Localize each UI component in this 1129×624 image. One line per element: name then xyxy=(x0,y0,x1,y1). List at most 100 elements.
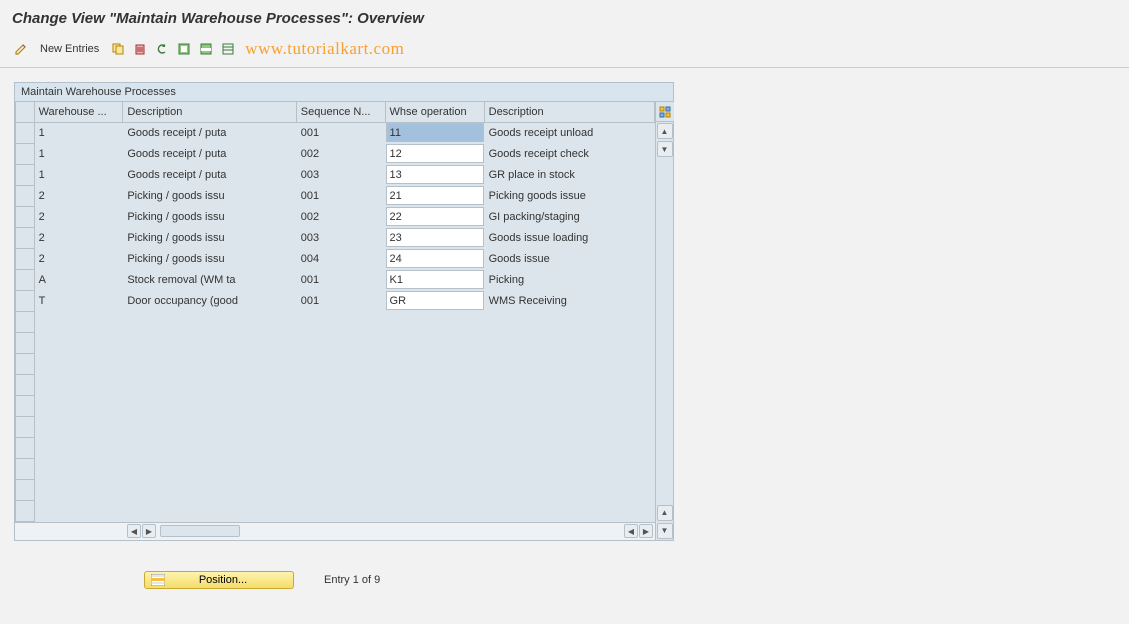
row-select-cell[interactable] xyxy=(16,143,35,164)
h-scroll-left-btn[interactable]: ◀ xyxy=(127,524,141,538)
row-select-cell[interactable] xyxy=(16,164,35,185)
operation-input[interactable] xyxy=(386,207,484,226)
copy-icon[interactable] xyxy=(109,40,127,58)
h-scroll-track[interactable] xyxy=(160,525,620,537)
sequence-cell: 003 xyxy=(297,165,385,185)
row-select-cell[interactable] xyxy=(16,500,35,521)
deselect-all-icon[interactable] xyxy=(219,40,237,58)
row-select-cell[interactable] xyxy=(16,227,35,248)
panel-title: Maintain Warehouse Processes xyxy=(15,83,673,102)
table-row-empty xyxy=(16,374,655,395)
description-cell: Picking / goods issu xyxy=(123,228,295,248)
description2-cell: Picking goods issue xyxy=(485,186,654,206)
sequence-cell: 001 xyxy=(297,270,385,290)
warehouse-cell: 2 xyxy=(35,228,123,248)
sequence-cell: 004 xyxy=(297,249,385,269)
table-row-empty xyxy=(16,311,655,332)
position-icon xyxy=(151,574,165,586)
sequence-cell: 001 xyxy=(297,291,385,311)
h-scroll-right-btn[interactable]: ▶ xyxy=(142,524,156,538)
table-row: 1 Goods receipt / puta 003 GR place in s… xyxy=(16,164,655,185)
operation-input[interactable] xyxy=(386,144,484,163)
sequence-cell: 001 xyxy=(297,123,385,143)
table-panel: Maintain Warehouse Processes xyxy=(14,82,674,541)
description2-cell: Goods receipt unload xyxy=(485,123,654,143)
row-select-cell[interactable] xyxy=(16,479,35,500)
table-row-empty xyxy=(16,395,655,416)
table-row-empty xyxy=(16,416,655,437)
row-select-cell[interactable] xyxy=(16,206,35,227)
v-scroll-up-btn[interactable]: ▲ xyxy=(657,123,673,139)
col-description[interactable]: Description xyxy=(123,102,296,122)
toolbar: New Entries www.tutorialkart.com xyxy=(0,35,1129,68)
sequence-cell: 001 xyxy=(297,186,385,206)
delete-icon[interactable] xyxy=(131,40,149,58)
row-select-cell[interactable] xyxy=(16,311,35,332)
undo-icon[interactable] xyxy=(153,40,171,58)
description-cell: Goods receipt / puta xyxy=(123,123,295,143)
description2-cell: WMS Receiving xyxy=(485,291,654,311)
warehouse-cell: A xyxy=(35,270,123,290)
v-scroll-down-btn[interactable]: ▼ xyxy=(657,141,673,157)
v-scroll-down-btn-2[interactable]: ▼ xyxy=(657,523,673,539)
row-select-header[interactable] xyxy=(16,102,35,122)
description2-cell: Goods receipt check xyxy=(485,144,654,164)
warehouse-cell: T xyxy=(35,291,123,311)
toggle-edit-icon[interactable] xyxy=(12,40,30,58)
warehouse-cell: 2 xyxy=(35,186,123,206)
row-select-cell[interactable] xyxy=(16,332,35,353)
row-select-cell[interactable] xyxy=(16,122,35,143)
table-row-empty xyxy=(16,458,655,479)
row-select-cell[interactable] xyxy=(16,416,35,437)
table-row: 2 Picking / goods issu 004 Goods issue xyxy=(16,248,655,269)
description2-cell: Goods issue loading xyxy=(485,228,654,248)
operation-input[interactable] xyxy=(386,228,484,247)
description-cell: Goods receipt / puta xyxy=(123,144,295,164)
row-select-cell[interactable] xyxy=(16,185,35,206)
description-cell: Door occupancy (good xyxy=(123,291,295,311)
operation-input[interactable] xyxy=(386,270,484,289)
sequence-cell: 002 xyxy=(297,144,385,164)
row-select-cell[interactable] xyxy=(16,353,35,374)
col-warehouse[interactable]: Warehouse ... xyxy=(34,102,123,122)
watermark: www.tutorialkart.com xyxy=(245,39,404,59)
table-row-empty xyxy=(16,500,655,521)
select-block-icon[interactable] xyxy=(197,40,215,58)
operation-input[interactable] xyxy=(386,165,484,184)
data-table: Warehouse ... Description Sequence N... … xyxy=(15,102,655,522)
row-select-cell[interactable] xyxy=(16,437,35,458)
row-select-cell[interactable] xyxy=(16,248,35,269)
h-scroll-right-btn-2[interactable]: ▶ xyxy=(639,524,653,538)
description-cell: Goods receipt / puta xyxy=(123,165,295,185)
operation-input[interactable] xyxy=(386,186,484,205)
row-select-cell[interactable] xyxy=(16,395,35,416)
warehouse-cell: 2 xyxy=(35,207,123,227)
description-cell: Stock removal (WM ta xyxy=(123,270,295,290)
row-select-cell[interactable] xyxy=(16,458,35,479)
col-description2[interactable]: Description xyxy=(484,102,654,122)
operation-input[interactable] xyxy=(386,291,484,310)
h-scroll-left-btn-2[interactable]: ◀ xyxy=(624,524,638,538)
operation-input[interactable] xyxy=(386,123,484,142)
warehouse-cell: 1 xyxy=(35,123,123,143)
position-button[interactable]: Position... xyxy=(144,571,294,589)
h-scroll-thumb[interactable] xyxy=(160,525,240,537)
table-row: 2 Picking / goods issu 001 Picking goods… xyxy=(16,185,655,206)
warehouse-cell: 1 xyxy=(35,144,123,164)
new-entries-button[interactable]: New Entries xyxy=(34,41,105,57)
row-select-cell[interactable] xyxy=(16,290,35,311)
row-select-cell[interactable] xyxy=(16,374,35,395)
operation-input[interactable] xyxy=(386,249,484,268)
v-scroll-up-btn-2[interactable]: ▲ xyxy=(657,505,673,521)
table-config-icon[interactable] xyxy=(656,102,674,122)
description-cell: Picking / goods issu xyxy=(123,207,295,227)
table-row-empty xyxy=(16,332,655,353)
col-operation[interactable]: Whse operation xyxy=(385,102,484,122)
col-sequence[interactable]: Sequence N... xyxy=(296,102,385,122)
table-row: 1 Goods receipt / puta 002 Goods receipt… xyxy=(16,143,655,164)
row-select-cell[interactable] xyxy=(16,269,35,290)
page-title: Change View "Maintain Warehouse Processe… xyxy=(0,0,1129,35)
warehouse-cell: 1 xyxy=(35,165,123,185)
select-all-icon[interactable] xyxy=(175,40,193,58)
sequence-cell: 003 xyxy=(297,228,385,248)
